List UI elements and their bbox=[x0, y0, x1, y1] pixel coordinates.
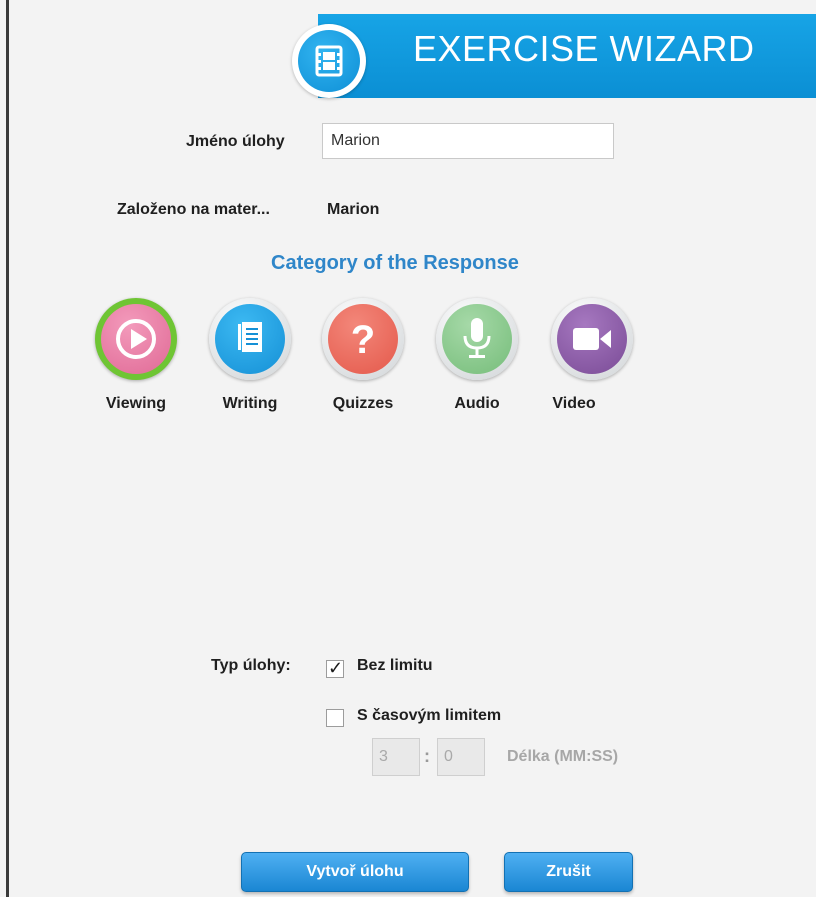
based-on-label: Založeno na mater... bbox=[117, 201, 270, 218]
based-on-value: Marion bbox=[327, 201, 380, 218]
camera-icon bbox=[573, 328, 611, 350]
category-video-button[interactable] bbox=[551, 298, 633, 380]
category-audio-button[interactable] bbox=[436, 298, 518, 380]
page-title: EXERCISE WIZARD bbox=[413, 28, 755, 69]
task-name-label: Jméno úlohy bbox=[186, 133, 285, 150]
minutes-input[interactable] bbox=[372, 738, 420, 776]
create-task-button[interactable]: Vytvoř úlohu bbox=[241, 852, 469, 892]
no-limit-label: Bez limitu bbox=[357, 657, 433, 674]
time-limit-checkbox[interactable] bbox=[326, 709, 344, 727]
category-quizzes-button[interactable]: ? bbox=[322, 298, 404, 380]
task-type-label: Typ úlohy: bbox=[211, 657, 291, 674]
duration-label: Délka (MM:SS) bbox=[507, 748, 619, 765]
svg-text:?: ? bbox=[351, 318, 375, 362]
document-icon bbox=[238, 322, 262, 352]
task-name-input[interactable] bbox=[322, 123, 614, 159]
time-separator: : bbox=[424, 746, 430, 766]
cancel-button[interactable]: Zrušit bbox=[504, 852, 633, 892]
category-video-label: Video bbox=[552, 395, 596, 412]
category-writing-label: Writing bbox=[222, 395, 278, 412]
category-audio-label: Audio bbox=[454, 395, 500, 412]
question-icon: ? bbox=[351, 318, 375, 362]
seconds-input[interactable] bbox=[437, 738, 485, 776]
category-quizzes-label: Quizzes bbox=[332, 395, 394, 412]
no-limit-checkbox[interactable]: ✓ bbox=[326, 658, 344, 678]
time-limit-label: S časovým limitem bbox=[357, 707, 502, 724]
category-viewing-label: Viewing bbox=[105, 395, 167, 412]
checkmark-icon: ✓ bbox=[328, 658, 344, 678]
microphone-icon bbox=[463, 318, 491, 358]
exercise-wizard-window: EXERCISE WIZARD Jméno úlohy Založeno na … bbox=[0, 0, 816, 897]
play-icon bbox=[116, 319, 156, 359]
film-icon bbox=[298, 30, 360, 92]
category-writing-button[interactable] bbox=[209, 298, 291, 380]
window-left-border bbox=[6, 0, 9, 897]
category-title: Category of the Response bbox=[271, 252, 519, 274]
category-viewing-button[interactable] bbox=[95, 298, 177, 380]
